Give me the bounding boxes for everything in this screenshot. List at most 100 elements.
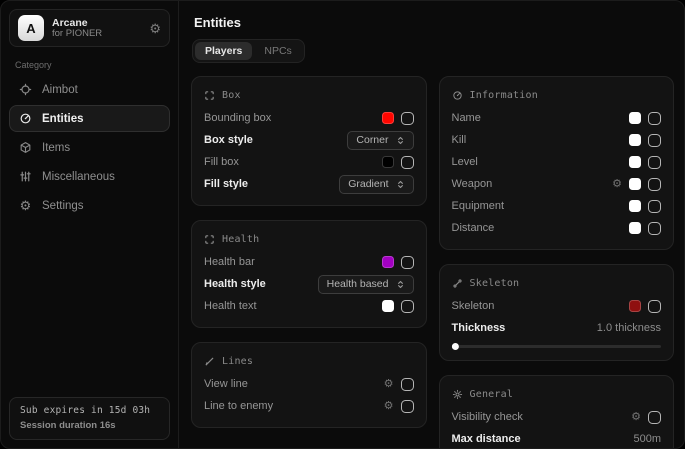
information-card: Information Name Kill [439,76,675,250]
box-card-header: Box [204,86,414,104]
view-line-gear-icon[interactable]: ⚙ [384,379,394,390]
general-card: General Visibility check ⚙ Max distance … [439,375,675,448]
sidebar-gear-icon[interactable]: ⚙ [149,22,161,35]
health-bar-row: Health bar [204,251,414,273]
distance-checkbox[interactable] [648,222,661,235]
name-checkbox[interactable] [648,112,661,125]
thickness-slider[interactable] [452,342,662,350]
health-text-checkbox[interactable] [401,300,414,313]
visibility-check-gear-icon[interactable]: ⚙ [631,412,641,423]
lines-card: Lines View line ⚙ Line to enemy ⚙ [191,342,427,428]
sidebar-item-aimbot[interactable]: Aimbot [9,76,170,103]
subscription-info-box: Sub expires in 15d 03h Session duration … [9,397,170,440]
fill-style-dropdown[interactable]: Gradient [339,175,413,194]
weapon-row: Weapon ⚙ [452,173,662,195]
slider-track [452,345,662,348]
general-card-header: General [452,385,662,403]
skeleton-checkbox[interactable] [648,300,661,313]
unfold-icon [396,280,405,289]
health-style-dropdown[interactable]: Health based [318,275,414,294]
kill-checkbox[interactable] [648,134,661,147]
entity-type-tabs: Players NPCs [192,39,305,63]
line-to-enemy-label: Line to enemy [204,400,273,412]
health-card: Health Health bar Health style Health ba… [191,220,427,328]
sidebar-item-label: Miscellaneous [42,171,115,183]
view-line-label: View line [204,378,248,390]
box-card: Box Bounding box Box style Corner [191,76,427,206]
lines-card-header: Lines [204,352,414,370]
bounding-box-label: Bounding box [204,112,271,124]
line-to-enemy-row: Line to enemy ⚙ [204,395,414,417]
skeleton-card-title: Skeleton [470,278,520,289]
box-style-dropdown[interactable]: Corner [347,131,413,150]
health-text-label: Health text [204,300,257,312]
visibility-check-label: Visibility check [452,411,523,423]
lines-card-title: Lines [222,356,253,367]
health-card-header: Health [204,230,414,248]
page-title: Entities [194,15,674,30]
box-style-label: Box style [204,134,253,146]
equipment-color-swatch[interactable] [629,200,641,212]
fill-box-row: Fill box [204,151,414,173]
view-line-checkbox[interactable] [401,378,414,391]
fill-box-color-swatch[interactable] [382,156,394,168]
weapon-gear-icon[interactable]: ⚙ [612,179,622,190]
name-row: Name [452,107,662,129]
fill-box-checkbox[interactable] [401,156,414,169]
tab-npcs[interactable]: NPCs [254,42,301,60]
kill-row: Kill [452,129,662,151]
sidebar: A Arcane for PIONER ⚙ Category Aimbot En… [1,1,179,448]
general-card-title: General [470,389,514,400]
bounding-box-checkbox[interactable] [401,112,414,125]
line-to-enemy-gear-icon[interactable]: ⚙ [384,401,394,412]
bounding-box-color-swatch[interactable] [382,112,394,124]
weapon-color-swatch[interactable] [629,178,641,190]
box-style-row: Box style Corner [204,129,414,151]
sidebar-item-items[interactable]: Items [9,134,170,161]
health-text-row: Health text [204,295,414,317]
app-logo: A [18,15,44,41]
level-checkbox[interactable] [648,156,661,169]
fill-style-value: Gradient [348,178,388,190]
line-to-enemy-checkbox[interactable] [401,400,414,413]
health-text-color-swatch[interactable] [382,300,394,312]
tab-players[interactable]: Players [195,42,252,60]
health-card-title: Health [222,234,259,245]
health-bar-color-swatch[interactable] [382,256,394,268]
level-color-swatch[interactable] [629,156,641,168]
weapon-checkbox[interactable] [648,178,661,191]
sidebar-item-miscellaneous[interactable]: Miscellaneous [9,163,170,190]
fill-box-label: Fill box [204,156,239,168]
slider-thumb[interactable] [451,343,458,350]
health-style-row: Health style Health based [204,273,414,295]
sidebar-item-entities[interactable]: Entities [9,105,170,132]
sidebar-item-label: Settings [42,200,84,212]
sidebar-item-settings[interactable]: ⚙ Settings [9,192,170,219]
name-color-swatch[interactable] [629,112,641,124]
thickness-value: 1.0 thickness [597,322,661,334]
kill-label: Kill [452,134,467,146]
skeleton-card: Skeleton Skeleton Thickness 1.0 thicknes… [439,264,675,361]
distance-label: Distance [452,222,495,234]
unfold-icon [396,136,405,145]
weapon-label: Weapon [452,178,493,190]
radar-icon [18,112,33,125]
bone-icon [452,278,463,289]
sidebar-header: A Arcane for PIONER ⚙ [9,9,170,47]
equipment-checkbox[interactable] [648,200,661,213]
skeleton-row: Skeleton [452,295,662,317]
cube-icon [18,141,33,154]
skeleton-color-swatch[interactable] [629,300,641,312]
skeleton-card-header: Skeleton [452,274,662,292]
visibility-check-row: Visibility check ⚙ [452,406,662,428]
distance-color-swatch[interactable] [629,222,641,234]
app-window: A Arcane for PIONER ⚙ Category Aimbot En… [0,0,685,449]
bounding-box-row: Bounding box [204,107,414,129]
category-label: Category [15,60,164,70]
kill-color-swatch[interactable] [629,134,641,146]
health-bar-checkbox[interactable] [401,256,414,269]
gear-icon: ⚙ [18,199,33,212]
visibility-check-checkbox[interactable] [648,411,661,424]
sub-expiry-text: Sub expires in 15d 03h [20,405,159,416]
app-title-block: Arcane for PIONER [52,17,141,40]
